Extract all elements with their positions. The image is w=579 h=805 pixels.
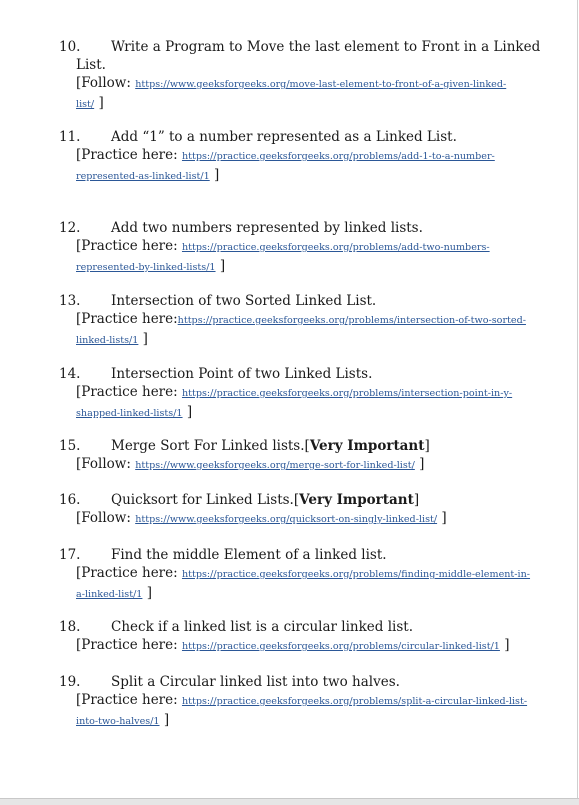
item-reference: [Follow: https://www.geeksforgeeks.org/m… xyxy=(59,74,549,114)
item-title: Intersection of two Sorted Linked List. xyxy=(111,293,377,309)
reference-close-bracket: ] xyxy=(142,585,152,601)
item-reference: [Practice here: https://practice.geeksfo… xyxy=(59,237,549,277)
item-title: Quicksort for Linked Lists.[Very Importa… xyxy=(111,492,420,508)
item-reference: [Practice here: https://practice.geeksfo… xyxy=(59,146,549,186)
reference-label: [Follow: xyxy=(76,456,136,472)
item-number: 16. xyxy=(59,492,81,508)
list-item: 17. Find the middle Element of a linked … xyxy=(59,546,549,604)
list-item: 19. Split a Circular linked list into tw… xyxy=(59,673,549,731)
reference-link[interactable]: https://www.geeksforgeeks.org/merge-sort… xyxy=(135,460,415,471)
reference-label: [Follow: xyxy=(76,510,136,526)
reference-label: [Follow: xyxy=(76,75,136,91)
emphasis-very-important: Very Important xyxy=(309,438,425,454)
item-heading: 10. Write a Program to Move the last ele… xyxy=(59,38,549,56)
item-title: Intersection Point of two Linked Lists. xyxy=(111,366,373,382)
item-number: 14. xyxy=(59,366,81,382)
item-number: 11. xyxy=(59,129,81,145)
reference-label: [Practice here: xyxy=(76,692,182,708)
item-number: 15. xyxy=(59,438,81,454)
reference-close-bracket: ] xyxy=(209,167,220,183)
list-item: 14. Intersection Point of two Linked Lis… xyxy=(59,365,549,423)
item-number: 10. xyxy=(59,39,81,55)
reference-close-bracket: ] xyxy=(215,258,226,274)
item-number: 17. xyxy=(59,547,81,563)
item-heading: 13. Intersection of two Sorted Linked Li… xyxy=(59,292,549,310)
item-reference: [Practice here: https://practice.geeksfo… xyxy=(59,691,549,731)
emphasis-very-important: Very Important xyxy=(299,492,414,508)
list-item: 12. Add two numbers represented by linke… xyxy=(59,219,549,277)
item-reference: [Follow: https://www.geeksforgeeks.org/m… xyxy=(59,455,549,475)
item-heading: 18. Check if a linked list is a circular… xyxy=(59,618,549,636)
item-title: Add “1” to a number represented as a Lin… xyxy=(111,129,457,145)
item-heading: 11. Add “1” to a number represented as a… xyxy=(59,128,549,146)
item-title: Check if a linked list is a circular lin… xyxy=(111,619,413,635)
reference-label: [Practice here: xyxy=(76,565,182,581)
reference-close-bracket: ] xyxy=(94,95,104,111)
item-title: Split a Circular linked list into two ha… xyxy=(111,674,400,690)
item-title: Find the middle Element of a linked list… xyxy=(111,547,387,563)
reference-close-bracket: ] xyxy=(159,712,170,728)
item-reference: [Follow: https://www.geeksforgeeks.org/q… xyxy=(59,509,549,529)
page-bottom-edge xyxy=(0,798,579,805)
item-number: 13. xyxy=(59,293,81,309)
reference-label: [Practice here: xyxy=(76,238,182,254)
item-heading: 15. Merge Sort For Linked lists.[Very Im… xyxy=(59,437,549,455)
list-item: 13. Intersection of two Sorted Linked Li… xyxy=(59,292,549,350)
reference-label: [Practice here: xyxy=(76,311,178,327)
item-heading: 16. Quicksort for Linked Lists.[Very Imp… xyxy=(59,491,549,509)
list-item: 16. Quicksort for Linked Lists.[Very Imp… xyxy=(59,491,549,529)
reference-label: [Practice here: xyxy=(76,147,182,163)
reference-label: [Practice here: xyxy=(76,384,182,400)
item-heading: 14. Intersection Point of two Linked Lis… xyxy=(59,365,549,383)
item-title: Merge Sort For Linked lists.[Very Import… xyxy=(111,438,430,454)
reference-label: [Practice here: xyxy=(76,637,182,653)
item-number: 19. xyxy=(59,674,81,690)
reference-link[interactable]: https://www.geeksforgeeks.org/move-last-… xyxy=(76,79,506,110)
reference-close-bracket: ] xyxy=(182,404,193,420)
item-title-continued: List. xyxy=(76,57,106,73)
item-heading: 12. Add two numbers represented by linke… xyxy=(59,219,549,237)
item-title: Add two numbers represented by linked li… xyxy=(111,220,423,236)
reference-close-bracket: ] xyxy=(138,331,148,347)
item-reference: [Practice here: https://practice.geeksfo… xyxy=(59,564,549,604)
reference-link[interactable]: https://www.geeksforgeeks.org/quicksort-… xyxy=(135,514,437,525)
reference-link[interactable]: https://practice.geeksforgeeks.org/probl… xyxy=(182,641,500,652)
item-heading: 19. Split a Circular linked list into tw… xyxy=(59,673,549,691)
reference-close-bracket: ] xyxy=(437,510,447,526)
item-number: 18. xyxy=(59,619,81,635)
reference-close-bracket: ] xyxy=(499,637,510,653)
reference-close-bracket: ] xyxy=(414,456,425,472)
item-reference: [Practice here: https://practice.geeksfo… xyxy=(59,383,549,423)
list-item: 15. Merge Sort For Linked lists.[Very Im… xyxy=(59,437,549,475)
list-item: 10. Write a Program to Move the last ele… xyxy=(59,38,549,114)
document-page: 10. Write a Program to Move the last ele… xyxy=(0,0,578,798)
list-item: 11. Add “1” to a number represented as a… xyxy=(59,128,549,186)
item-heading: 17. Find the middle Element of a linked … xyxy=(59,546,549,564)
item-reference: [Practice here:https://practice.geeksfor… xyxy=(59,310,549,350)
list-item: 18. Check if a linked list is a circular… xyxy=(59,618,549,656)
item-title: Write a Program to Move the last element… xyxy=(111,39,541,55)
item-number: 12. xyxy=(59,220,81,236)
item-reference: [Practice here: https://practice.geeksfo… xyxy=(59,636,549,656)
